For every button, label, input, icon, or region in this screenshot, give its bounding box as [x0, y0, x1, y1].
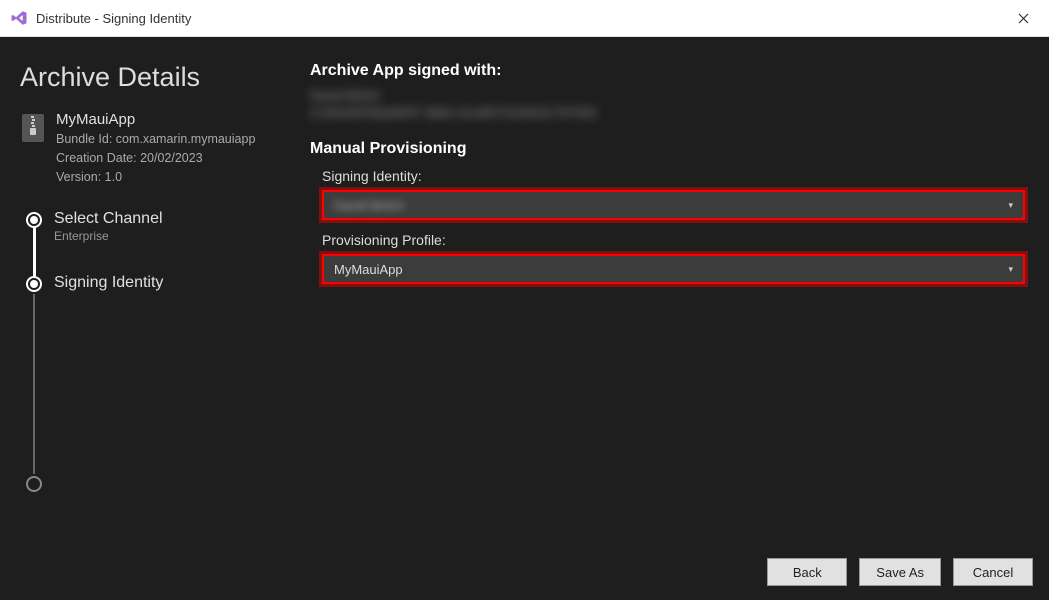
signing-identity-dropdown[interactable]: David Britch ▾: [322, 190, 1025, 220]
content-area: Archive Details MyMauiApp Bundle Id: com…: [0, 37, 1049, 544]
step-final: [26, 474, 280, 494]
step-connector: [33, 226, 36, 276]
signed-with-heading: Archive App signed with:: [310, 62, 1029, 80]
archive-icon: [20, 113, 46, 143]
step-gap: [26, 294, 280, 474]
signed-with-name: David Britch: [310, 88, 1029, 103]
step-node-icon: [26, 476, 42, 492]
version: Version: 1.0: [56, 168, 255, 187]
footer: Back Save As Cancel: [0, 544, 1049, 600]
step-connector: [33, 294, 35, 474]
back-button[interactable]: Back: [767, 558, 847, 586]
step-title: Signing Identity: [54, 274, 163, 292]
window-title: Distribute - Signing Identity: [36, 11, 1007, 26]
creation-date: Creation Date: 20/02/2023: [56, 149, 255, 168]
close-button[interactable]: [1007, 3, 1039, 33]
wizard-steps: Select Channel Enterprise Signing Identi…: [20, 210, 280, 494]
cancel-button[interactable]: Cancel: [953, 558, 1033, 586]
step-node-icon: [26, 212, 42, 228]
signed-with-info: David Britch CCBAARPMQWERT MBAI SILMR7GG…: [310, 88, 1029, 120]
signed-with-hash: CCBAARPMQWERT MBAI SILMR7GGDDSC7R7505: [310, 106, 1029, 120]
app-info: MyMauiApp Bundle Id: com.xamarin.mymauia…: [20, 111, 280, 186]
provisioning-profile-dropdown[interactable]: MyMauiApp ▾: [322, 254, 1025, 284]
save-as-button[interactable]: Save As: [859, 558, 941, 586]
step-subtitle: Enterprise: [54, 229, 163, 243]
app-name: MyMauiApp: [56, 111, 255, 128]
signing-identity-value: David Britch: [334, 198, 1008, 213]
chevron-down-icon: ▾: [1008, 264, 1013, 275]
titlebar: Distribute - Signing Identity: [0, 0, 1049, 37]
right-column: Archive App signed with: David Britch CC…: [300, 62, 1029, 544]
step-title: Select Channel: [54, 210, 163, 228]
step-select-channel[interactable]: Select Channel Enterprise: [26, 210, 280, 274]
step-node-icon: [26, 276, 42, 292]
manual-provisioning-heading: Manual Provisioning: [310, 140, 1029, 158]
signing-identity-label: Signing Identity:: [310, 168, 1029, 184]
bundle-id: Bundle Id: com.xamarin.mymauiapp: [56, 130, 255, 149]
provisioning-profile-value: MyMauiApp: [334, 262, 1008, 277]
provisioning-profile-label: Provisioning Profile:: [310, 232, 1029, 248]
left-column: Archive Details MyMauiApp Bundle Id: com…: [20, 62, 300, 544]
vs-logo-icon: [10, 9, 28, 27]
step-signing-identity[interactable]: Signing Identity: [26, 274, 280, 294]
chevron-down-icon: ▾: [1008, 200, 1013, 211]
archive-details-heading: Archive Details: [20, 62, 280, 93]
